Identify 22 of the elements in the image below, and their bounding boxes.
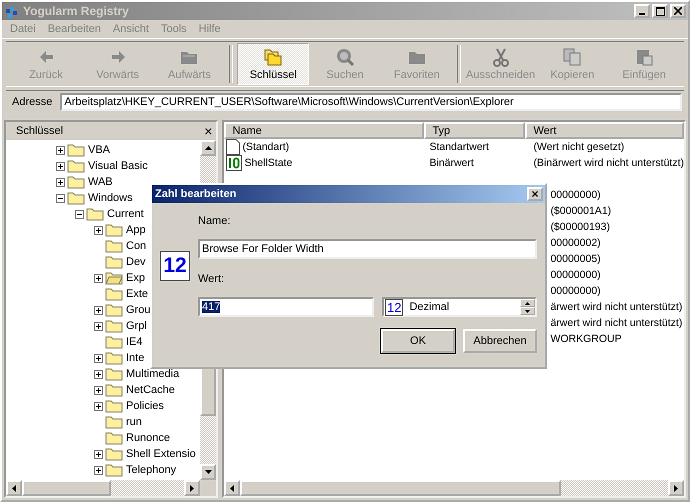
number-icon: 12 bbox=[385, 298, 404, 316]
table-cell: ärwert wird nicht unterstützt) bbox=[550, 301, 682, 313]
table-cell: ärwert wird nicht unterstützt) bbox=[550, 317, 682, 329]
table-cell: 00000000) bbox=[550, 269, 601, 281]
table-cell: 00000000) bbox=[550, 285, 601, 297]
table-cell-text: Binärwert bbox=[428, 157, 475, 169]
field-label: Name: bbox=[198, 215, 232, 227]
table-cell: WORKGROUP bbox=[550, 333, 622, 345]
window-title: Yogularm Registry bbox=[23, 4, 130, 18]
table-cell: 00000002) bbox=[550, 237, 601, 249]
table-cell-text: (Wert nicht gesetzt) bbox=[532, 141, 626, 153]
table-cell: 00000000) bbox=[550, 189, 601, 201]
table-cell: ($000001A1) bbox=[550, 205, 612, 217]
table-cell: 00000005) bbox=[550, 253, 601, 265]
table-cell: ($00000193) bbox=[550, 221, 610, 233]
panel-title: Schlüssel bbox=[16, 125, 64, 137]
field-label: Wert: bbox=[198, 273, 226, 285]
dialog-title: Zahl bearbeiten bbox=[155, 188, 236, 200]
table-cell-text: (Binärwert wird nicht unterstützt) bbox=[532, 157, 684, 169]
number-icon: 12 bbox=[160, 251, 190, 281]
address-label: Adresse bbox=[11, 96, 54, 108]
table-cell-text: Standartwert bbox=[428, 141, 490, 153]
